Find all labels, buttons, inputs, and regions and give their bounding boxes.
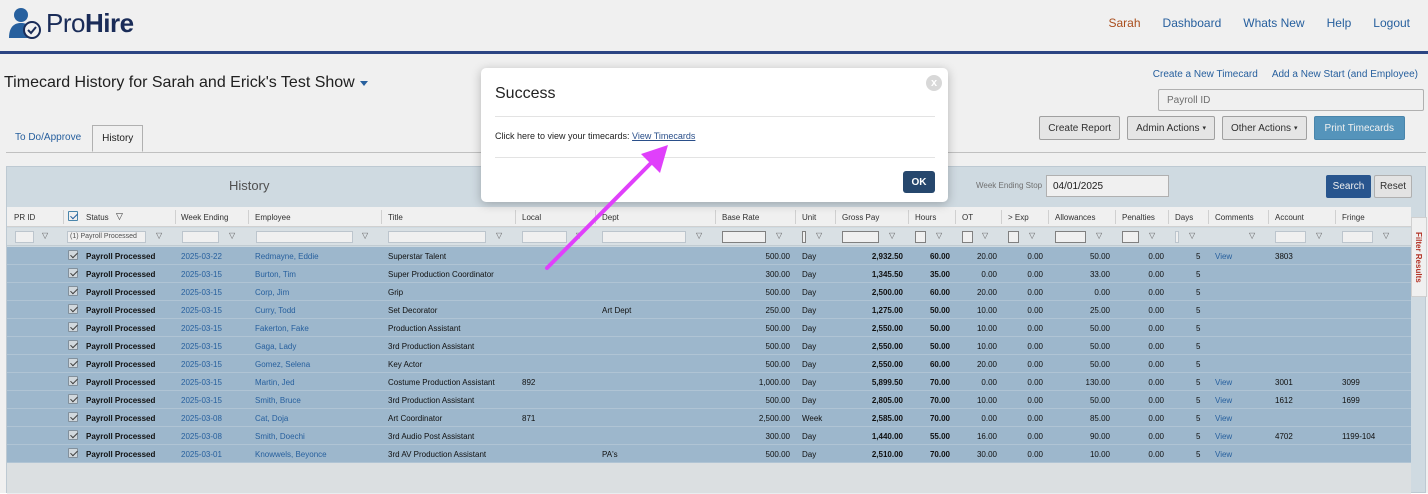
view-timecards-link[interactable]: View Timecards: [632, 131, 695, 141]
close-icon[interactable]: x: [926, 75, 942, 91]
modal-divider: [495, 116, 935, 117]
modal-title: Success: [495, 85, 556, 102]
ok-button[interactable]: OK: [903, 171, 935, 193]
success-modal: Success x Click here to view your timeca…: [481, 68, 948, 202]
modal-body: Click here to view your timecards: View …: [495, 131, 695, 141]
modal-divider: [495, 157, 935, 158]
modal-body-text: Click here to view your timecards:: [495, 131, 633, 141]
